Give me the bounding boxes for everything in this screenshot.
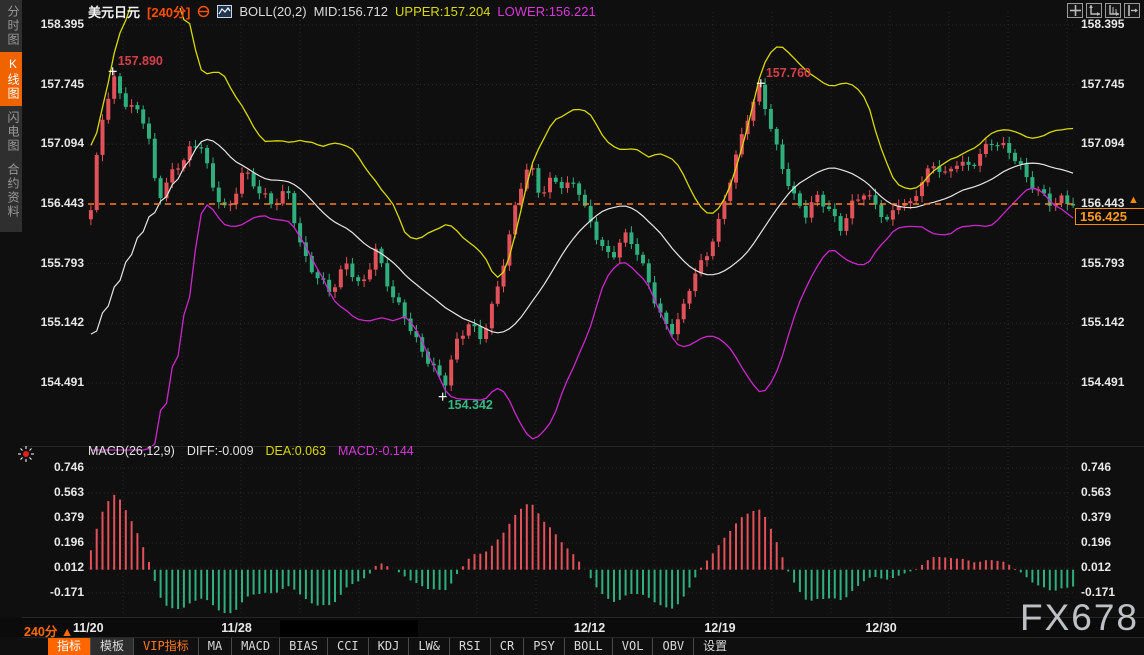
symbol-title: 美元日元 <box>88 2 140 21</box>
macd-diff-value: DIFF:-0.009 <box>187 444 254 458</box>
toolbar-item[interactable]: RSI <box>449 638 490 655</box>
date-axis: 240分 ▲ 11/2011/2812/1212/1912/30 <box>0 618 1144 637</box>
toolbar-item[interactable]: 模板 <box>90 638 133 655</box>
toolbar-item[interactable]: OBV <box>652 638 693 655</box>
toolbar-item[interactable]: VOL <box>612 638 653 655</box>
date-tick-label: 11/20 <box>73 621 104 635</box>
kline-chart-app: 分时图K线图闪电图合约资料 美元日元 [240分] BOLL(20,2) MID… <box>0 0 1144 655</box>
price-annotation-high-2: 157.760 <box>766 66 811 80</box>
price-axis-label: 157.745 <box>22 77 84 91</box>
macd-axis-label: 0.012 <box>1081 560 1111 574</box>
toolbar-item[interactable]: CCI <box>327 638 368 655</box>
axis-adjust-right-icon[interactable] <box>1105 3 1121 18</box>
price-axis-label: 156.443 <box>22 196 84 210</box>
macd-dea-value: DEA:0.063 <box>266 444 326 458</box>
macd-axis-label: 0.196 <box>1081 535 1111 549</box>
sidebar-tab-item[interactable]: 闪电图 <box>0 106 22 158</box>
price-up-arrow-icon: ▲ <box>1128 194 1139 206</box>
macd-axis-label: -0.171 <box>22 585 84 599</box>
price-axis-label: 154.491 <box>1081 375 1124 389</box>
price-axis-label: 155.142 <box>1081 315 1124 329</box>
date-tick-label: 12/19 <box>704 621 735 635</box>
price-axis-label: 157.094 <box>1081 136 1124 150</box>
blank-overlay <box>280 620 418 637</box>
price-annotation-low: 154.342 <box>448 398 493 412</box>
price-axis-label: 154.491 <box>22 375 84 389</box>
chart-canvas[interactable] <box>0 0 1144 655</box>
sidebar: 分时图K线图闪电图合约资料 <box>0 0 22 232</box>
macd-axis-label: 0.379 <box>1081 510 1111 524</box>
watermark-logo: FX678 <box>1020 597 1139 639</box>
price-axis-label: 158.395 <box>22 17 84 31</box>
toolbar-item[interactable]: 指标 <box>48 638 90 655</box>
price-axis-label: 157.094 <box>22 136 84 150</box>
last-price-tag: 156.425 <box>1075 208 1144 225</box>
alert-burst-icon <box>18 446 34 467</box>
price-axis-label: 155.793 <box>22 256 84 270</box>
macd-axis-label: 0.563 <box>1081 485 1111 499</box>
price-annotation-high-1: 157.890 <box>118 54 163 68</box>
chart-tool-icons <box>1067 3 1140 18</box>
toolbar-item[interactable]: BIAS <box>279 638 327 655</box>
price-axis-label: 158.395 <box>1081 17 1124 31</box>
indicator-toolbar: 指标模板VIP指标MAMACDBIASCCIKDJLW&RSICRPSYBOLL… <box>48 638 736 655</box>
boll-upper-value: UPPER:157.204 <box>395 4 490 19</box>
sidebar-tab-active[interactable]: K线图 <box>0 52 22 106</box>
axis-adjust-left-icon[interactable] <box>1086 3 1102 18</box>
price-axis-label: 155.793 <box>1081 256 1124 270</box>
macd-header: MACD(26,12,9) DIFF:-0.009 DEA:0.063 MACD… <box>88 444 414 458</box>
boll-label: BOLL(20,2) <box>239 4 306 19</box>
macd-axis-label: 0.379 <box>22 510 84 524</box>
toolbar-item[interactable]: KDJ <box>368 638 409 655</box>
boll-mid-value: MID:156.712 <box>314 4 388 19</box>
macd-macd-value: MACD:-0.144 <box>338 444 414 458</box>
toolbar-item[interactable]: PSY <box>523 638 564 655</box>
sidebar-tab-item[interactable]: 合约资料 <box>0 158 22 224</box>
toolbar-item[interactable]: CR <box>490 638 523 655</box>
macd-axis-label: 0.563 <box>22 485 84 499</box>
target-icon[interactable] <box>197 5 210 18</box>
boll-lower-value: LOWER:156.221 <box>497 4 595 19</box>
macd-params-label: MACD(26,12,9) <box>88 444 175 458</box>
date-tick-label: 12/12 <box>574 621 605 635</box>
date-tick-label: 11/28 <box>221 621 252 635</box>
period-label[interactable]: [240分] <box>147 2 190 21</box>
macd-axis-label: 0.012 <box>22 560 84 574</box>
chart-header: 美元日元 [240分] BOLL(20,2) MID:156.712 UPPER… <box>88 2 596 20</box>
toolbar-item[interactable]: VIP指标 <box>133 638 198 655</box>
date-tick-label: 12/30 <box>865 621 896 635</box>
pan-right-icon[interactable] <box>1124 3 1140 18</box>
toolbar-item[interactable]: MA <box>198 638 231 655</box>
sidebar-tab-item[interactable]: 分时图 <box>0 0 22 52</box>
indicator-chart-icon[interactable] <box>217 5 232 18</box>
toolbar-item[interactable]: LW& <box>408 638 449 655</box>
toolbar-item[interactable]: MACD <box>231 638 279 655</box>
macd-axis-label: 0.746 <box>1081 460 1111 474</box>
price-axis-label: 157.745 <box>1081 77 1124 91</box>
price-axis-label: 155.142 <box>22 315 84 329</box>
toolbar-item[interactable]: BOLL <box>564 638 612 655</box>
move-icon[interactable] <box>1067 3 1083 18</box>
macd-axis-label: 0.196 <box>22 535 84 549</box>
toolbar-item[interactable]: 设置 <box>693 638 736 655</box>
